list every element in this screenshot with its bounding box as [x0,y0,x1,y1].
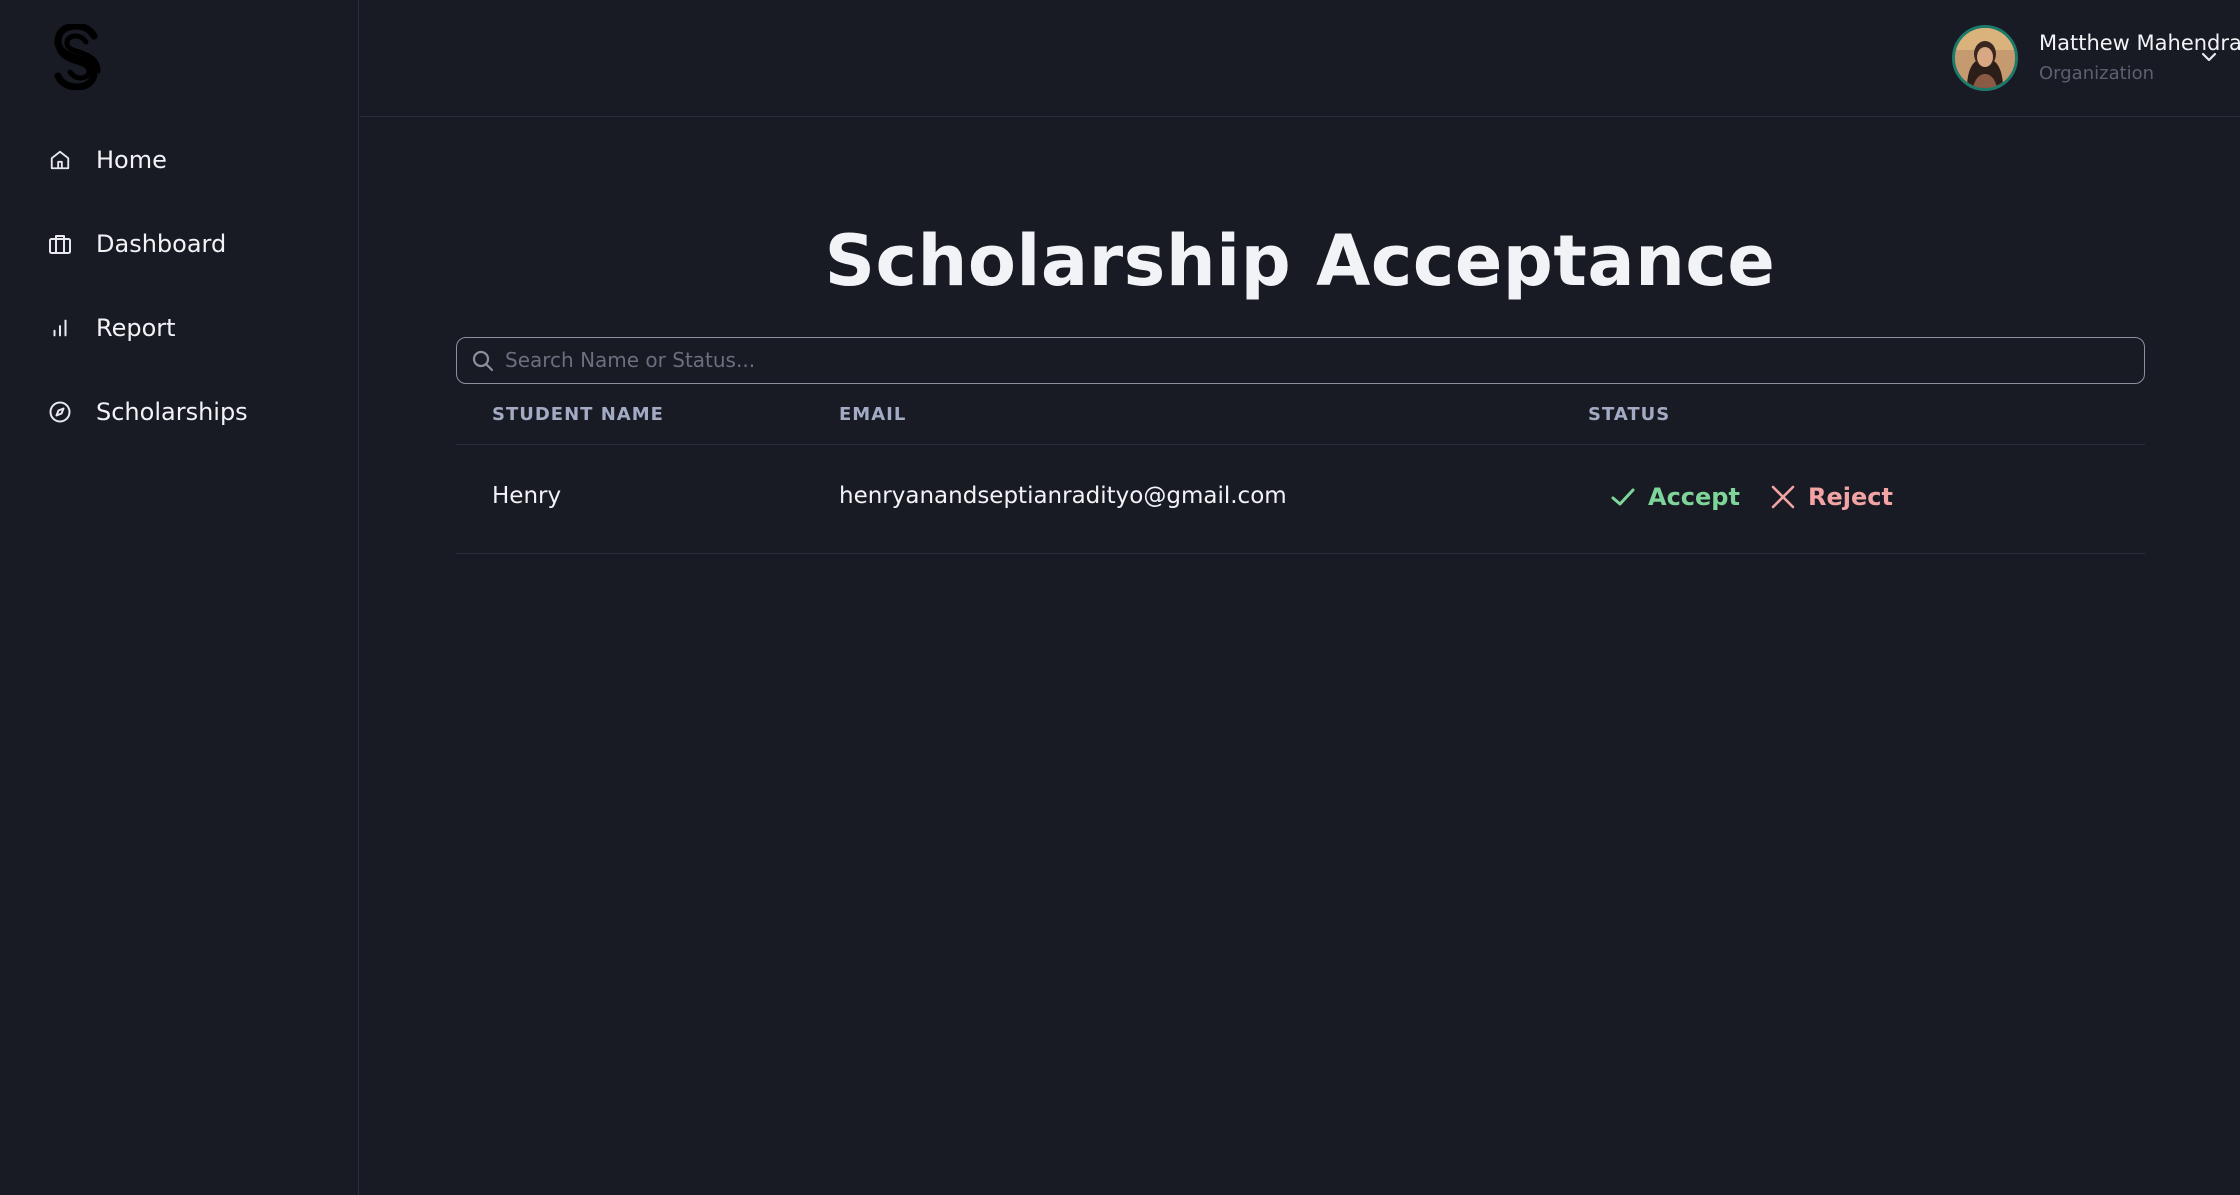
sidebar-item-dashboard[interactable]: Dashboard [0,216,359,272]
search-input[interactable] [505,338,2125,382]
page-title: Scholarship Acceptance [824,220,1776,302]
column-header-status: STATUS [1588,404,1671,425]
accept-button[interactable]: Accept [1610,477,1740,517]
sidebar-item-scholarships[interactable]: Scholarships [0,384,359,440]
table-row: Henry henryanandseptianradityo@gmail.com… [456,445,2145,554]
column-header-email: EMAIL [839,404,907,425]
check-icon [1611,488,1635,506]
student-name-cell: Henry [492,483,562,509]
logo-icon[interactable] [50,22,106,91]
scholarship-table: STUDENT NAME EMAIL STATUS Henry henryana… [456,390,2145,554]
user-role: Organization [2039,63,2155,84]
accept-label: Accept [1648,483,1740,511]
chevron-down-icon[interactable] [2198,46,2220,68]
reject-button[interactable]: Reject [1770,477,1893,517]
sidebar-item-report[interactable]: Report [0,300,359,356]
email-cell: henryanandseptianradityo@gmail.com [839,483,1287,509]
user-profile-menu[interactable]: Matthew Mahendra Organization [1900,0,2240,117]
column-header-student-name: STUDENT NAME [492,404,664,425]
close-icon [1771,485,1795,509]
sidebar-item-label: Home [96,146,167,174]
sidebar: Home Dashboard Report Scholarships [0,0,359,1195]
briefcase-icon [46,230,74,258]
search-icon [471,349,495,373]
sidebar-item-label: Report [96,314,176,342]
sidebar-item-home[interactable]: Home [0,132,359,188]
user-avatar[interactable] [1952,25,2018,91]
bar-chart-icon [46,314,74,342]
top-header: Matthew Mahendra Organization [360,0,2240,117]
reject-label: Reject [1808,483,1893,511]
sidebar-item-label: Scholarships [96,398,248,426]
home-icon [46,146,74,174]
app-root: Home Dashboard Report Scholarships Matth… [0,0,2240,1195]
table-header: STUDENT NAME EMAIL STATUS [456,390,2145,445]
search-box [456,337,2145,384]
sidebar-item-label: Dashboard [96,230,227,258]
compass-icon [46,398,74,426]
